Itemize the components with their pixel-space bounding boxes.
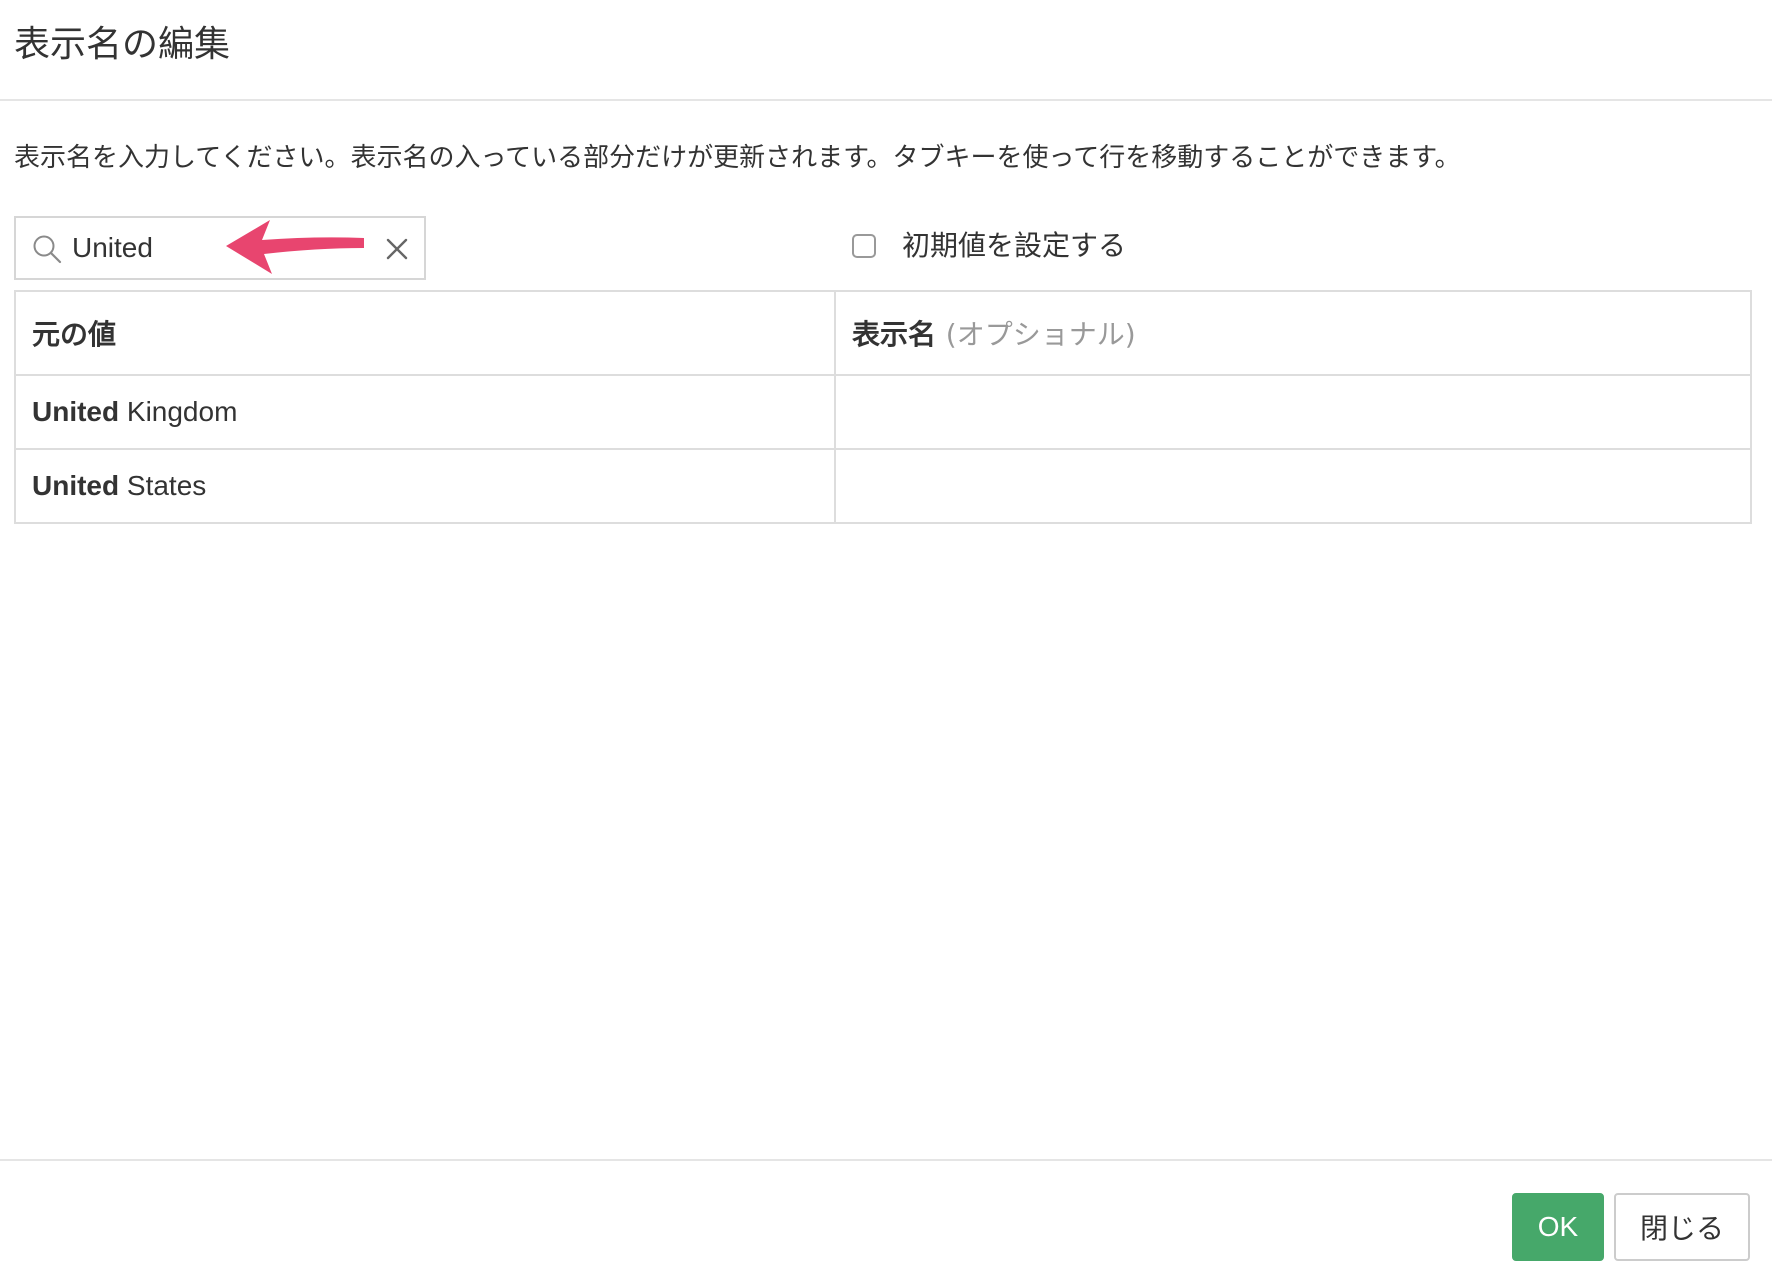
dialog-header: 表示名の編集	[0, 0, 1772, 101]
set-default-checkbox[interactable]	[852, 234, 876, 258]
search-box[interactable]	[14, 216, 426, 280]
original-value-cell: United Kingdom	[14, 374, 836, 450]
original-value-cell: United States	[14, 448, 836, 524]
value-rest-text: States	[119, 470, 207, 501]
display-name-input[interactable]	[852, 382, 1734, 442]
search-match-text: United	[32, 470, 120, 501]
ok-button[interactable]: OK	[1512, 1193, 1604, 1261]
set-default-label: 初期値を設定する	[902, 229, 1127, 262]
display-name-cell[interactable]	[834, 448, 1752, 524]
edit-display-name-dialog: 表示名の編集 表示名を入力してください。表示名の入っている部分だけが更新されます…	[0, 0, 1772, 1280]
value-rest-text: Kingdom	[119, 396, 238, 427]
header-original-label: 元の値	[32, 318, 117, 351]
table-row: United States	[14, 448, 1752, 524]
table-row: United Kingdom	[14, 374, 1752, 450]
header-original-value: 元の値	[14, 290, 836, 376]
header-display-name: 表示名 (オプショナル)	[834, 290, 1752, 376]
dialog-title: 表示名の編集	[14, 24, 231, 65]
search-icon	[33, 235, 62, 264]
instructions-text: 表示名を入力してください。表示名の入っている部分だけが更新されます。タブキーを使…	[14, 143, 1461, 173]
search-match-text: United	[32, 396, 120, 427]
search-input[interactable]	[72, 228, 372, 268]
close-icon[interactable]	[384, 236, 410, 262]
table-header-row: 元の値 表示名 (オプショナル)	[14, 290, 1752, 376]
display-name-cell[interactable]	[834, 374, 1752, 450]
value-mapping-table: 元の値 表示名 (オプショナル) United Kingdom United S…	[14, 290, 1752, 524]
header-display-label: 表示名	[852, 318, 937, 351]
set-default-option[interactable]: 初期値を設定する	[852, 228, 1126, 264]
display-name-input[interactable]	[852, 456, 1734, 516]
dialog-footer: OK 閉じる	[0, 1159, 1772, 1280]
header-optional-label: (オプショナル)	[945, 318, 1136, 351]
close-button[interactable]: 閉じる	[1614, 1193, 1750, 1261]
